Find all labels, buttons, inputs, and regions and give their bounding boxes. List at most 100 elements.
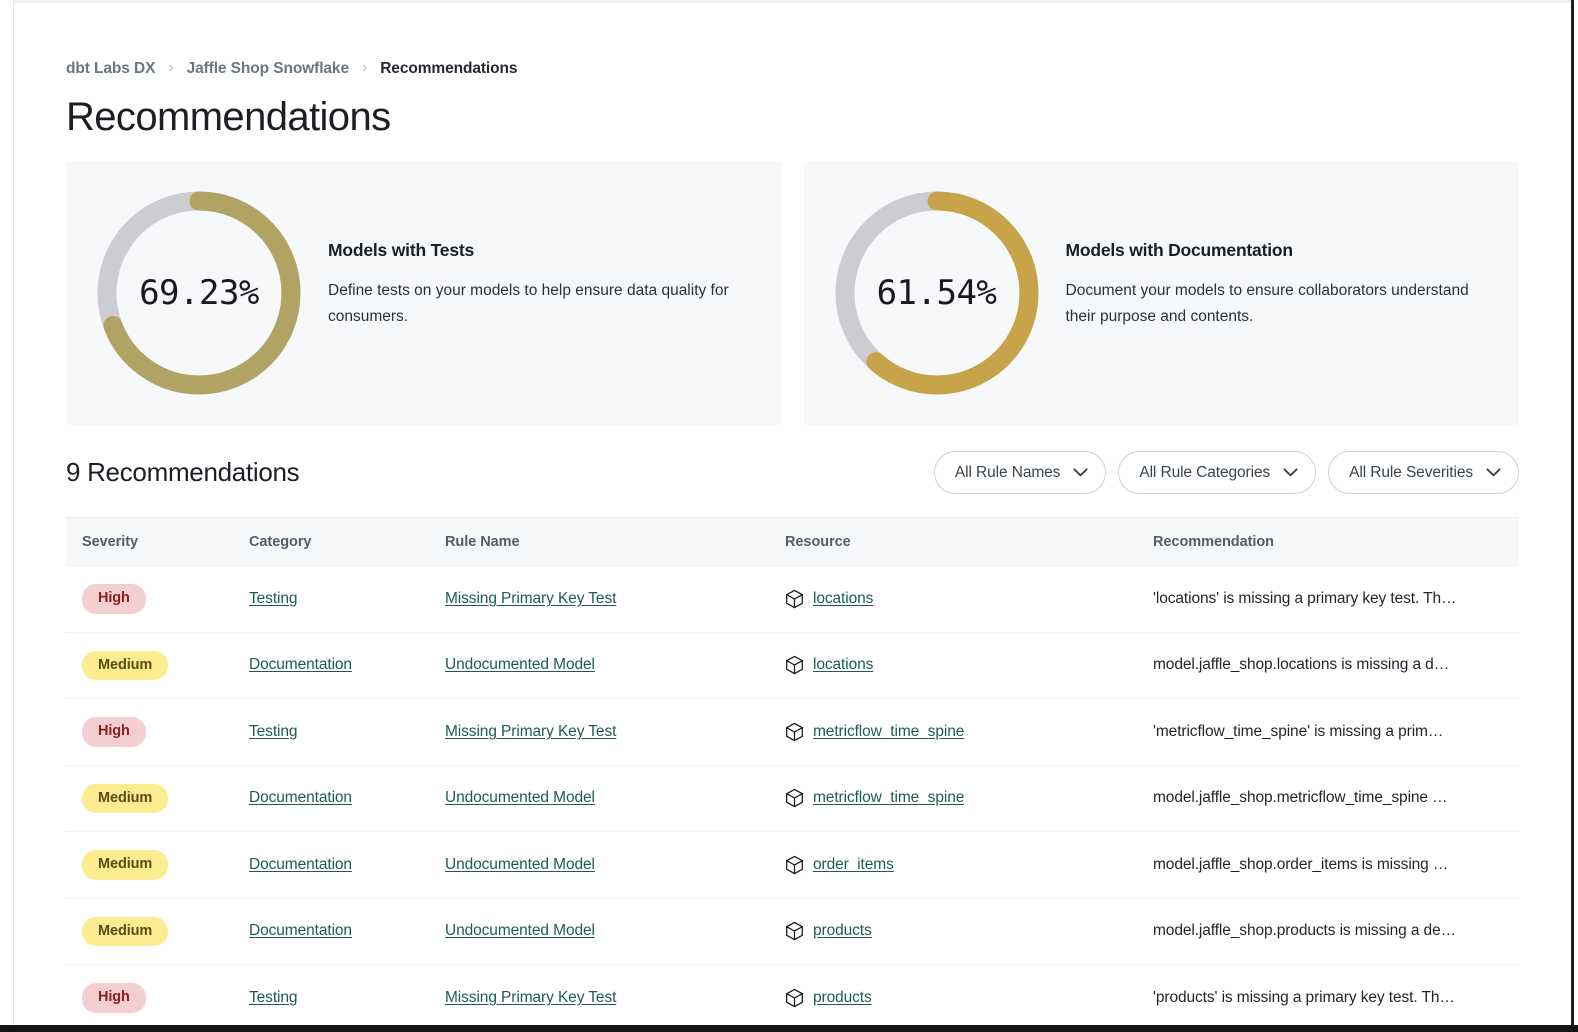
category-link[interactable]: Testing bbox=[249, 989, 297, 1006]
metric-card-title: Models with Tests bbox=[328, 240, 756, 261]
resource-link[interactable]: order_items bbox=[813, 856, 894, 874]
resource-link[interactable]: metricflow_time_spine bbox=[813, 723, 964, 741]
screenshot-viewport: dbt Labs DX›Jaffle Shop Snowflake›Recomm… bbox=[0, 0, 1578, 1032]
breadcrumb-separator-icon: › bbox=[362, 60, 367, 76]
metric-card-models-with-documentation: 61.54% Models with Documentation Document … bbox=[804, 161, 1520, 425]
filter-label: All Rule Severities bbox=[1349, 464, 1473, 482]
chevron-down-icon bbox=[1283, 468, 1298, 477]
cell-rule-name: Undocumented Model bbox=[445, 789, 785, 807]
rule-name-link[interactable]: Missing Primary Key Test bbox=[445, 590, 616, 607]
filter-all-rule-names[interactable]: All Rule Names bbox=[934, 451, 1106, 494]
recommendation-text: 'metricflow_time_spine' is missing a pri… bbox=[1153, 723, 1499, 741]
resource-link[interactable]: products bbox=[813, 922, 872, 940]
cell-severity: High bbox=[66, 983, 249, 1013]
cell-resource: locations bbox=[785, 589, 1153, 609]
cell-resource: products bbox=[785, 988, 1153, 1008]
breadcrumb-item-recommendations: Recommendations bbox=[380, 60, 517, 78]
column-header-severity: Severity bbox=[66, 534, 249, 550]
rule-name-link[interactable]: Undocumented Model bbox=[445, 922, 595, 939]
recommendations-list-header: 9 Recommendations All Rule NamesAll Rule… bbox=[66, 451, 1519, 494]
cube-icon bbox=[785, 589, 804, 609]
resource-link[interactable]: locations bbox=[813, 590, 873, 608]
cell-severity: Medium bbox=[66, 784, 249, 814]
donut-wrapper: 69.23% bbox=[86, 180, 312, 406]
cube-icon bbox=[785, 921, 804, 941]
cell-category: Testing bbox=[249, 989, 445, 1007]
column-header-rule-name: Rule Name bbox=[445, 534, 785, 550]
table-row[interactable]: Medium Documentation Undocumented Model met… bbox=[66, 766, 1519, 833]
category-link[interactable]: Testing bbox=[249, 590, 297, 607]
metric-card-body: Models with Tests Define tests on your mo… bbox=[312, 240, 782, 329]
resource-link[interactable]: products bbox=[813, 989, 872, 1007]
column-header-category: Category bbox=[249, 534, 445, 550]
metric-card-body: Models with Documentation Document your m… bbox=[1050, 240, 1520, 329]
cell-severity: Medium bbox=[66, 651, 249, 681]
metric-card-description: Define tests on your models to help ensu… bbox=[328, 278, 756, 329]
donut-wrapper: 61.54% bbox=[824, 180, 1050, 406]
category-link[interactable]: Testing bbox=[249, 723, 297, 740]
page-root: dbt Labs DX›Jaffle Shop Snowflake›Recomm… bbox=[14, 3, 1571, 1025]
cube-icon bbox=[785, 855, 804, 875]
table-row[interactable]: MediumDocumentationUndocumented Modelord… bbox=[66, 832, 1519, 899]
cell-rule-name: Missing Primary Key Test bbox=[445, 989, 785, 1007]
recommendation-text: model.jaffle_shop.locations is missing a… bbox=[1153, 656, 1499, 674]
table-row[interactable]: MediumDocumentation Undocumented Model pro… bbox=[66, 899, 1519, 966]
cell-category: Documentation bbox=[249, 856, 445, 874]
rule-name-link[interactable]: Undocumented Model bbox=[445, 856, 595, 873]
cube-icon bbox=[785, 988, 804, 1008]
recommendation-text: model.jaffle_shop.products is missing a … bbox=[1153, 922, 1499, 940]
chevron-down-icon bbox=[1073, 468, 1088, 477]
cell-resource: metricflow_time_spine bbox=[785, 788, 1153, 808]
table-body: HighTestingMissing Primary Key Testlocat… bbox=[66, 566, 1519, 1025]
filter-all-rule-severities[interactable]: All Rule Severities bbox=[1328, 451, 1519, 494]
rule-name-link[interactable]: Undocumented Model bbox=[445, 656, 595, 673]
filter-label: All Rule Categories bbox=[1139, 464, 1270, 482]
table-row[interactable]: HighTesting Missing Primary Key Test metri… bbox=[66, 699, 1519, 766]
rule-name-link[interactable]: Missing Primary Key Test bbox=[445, 723, 616, 740]
metric-card-title: Models with Documentation bbox=[1066, 240, 1494, 261]
resource-link[interactable]: locations bbox=[813, 656, 873, 674]
category-link[interactable]: Documentation bbox=[249, 789, 352, 806]
cell-category: Testing bbox=[249, 723, 445, 741]
cell-rule-name: Missing Primary Key Test bbox=[445, 723, 785, 741]
cell-resource: locations bbox=[785, 655, 1153, 675]
metric-cards: 69.23% Models with Tests Define tests on y… bbox=[66, 161, 1519, 425]
recommendations-count: 9 Recommendations bbox=[66, 457, 299, 488]
cell-recommendation: model.jaffle_shop.metricflow_time_spine … bbox=[1153, 789, 1519, 807]
severity-badge: Medium bbox=[82, 784, 168, 814]
donut-percentage-label: 61.54% bbox=[824, 273, 1050, 313]
table-row[interactable]: HighTesting Missing Primary Key Test produ… bbox=[66, 965, 1519, 1025]
category-link[interactable]: Documentation bbox=[249, 922, 352, 939]
filter-all-rule-categories[interactable]: All Rule Categories bbox=[1118, 451, 1316, 494]
cell-recommendation: 'products' is missing a primary key test… bbox=[1153, 989, 1519, 1007]
cell-severity: High bbox=[66, 584, 249, 614]
breadcrumb-item-jaffle-shop-snowflake[interactable]: Jaffle Shop Snowflake bbox=[187, 60, 349, 78]
category-link[interactable]: Documentation bbox=[249, 656, 352, 673]
recommendations-table: Severity Category Rule Name Resource Rec… bbox=[66, 517, 1519, 1025]
column-header-recommendation: Recommendation bbox=[1153, 534, 1519, 550]
category-link[interactable]: Documentation bbox=[249, 856, 352, 873]
rule-name-link[interactable]: Missing Primary Key Test bbox=[445, 989, 616, 1006]
metric-card-description: Document your models to ensure collabora… bbox=[1066, 278, 1494, 329]
cell-resource: products bbox=[785, 921, 1153, 941]
table-row[interactable]: High Testing Missing Primary Key Test locat… bbox=[66, 566, 1519, 633]
cube-icon bbox=[785, 722, 804, 742]
recommendation-text: model.jaffle_shop.order_items is missing… bbox=[1153, 856, 1499, 874]
cell-severity: High bbox=[66, 717, 249, 747]
breadcrumb: dbt Labs DX›Jaffle Shop Snowflake›Recomm… bbox=[66, 3, 1519, 78]
severity-badge: High bbox=[82, 584, 146, 614]
recommendation-text: 'products' is missing a primary key test… bbox=[1153, 989, 1499, 1007]
breadcrumb-item-dbt-labs-dx[interactable]: dbt Labs DX bbox=[66, 60, 155, 78]
filter-bar: All Rule Names All Rule Categories All Rul… bbox=[934, 451, 1519, 494]
cell-recommendation: model.jaffle_shop.products is missing a … bbox=[1153, 922, 1519, 940]
resource-link[interactable]: metricflow_time_spine bbox=[813, 789, 964, 807]
table-row[interactable]: Medium Documentation Undocumented Model loc… bbox=[66, 633, 1519, 700]
window-bottom-edge bbox=[0, 1025, 1578, 1032]
table-header-row: Severity Category Rule Name Resource Rec… bbox=[66, 517, 1519, 566]
filter-label: All Rule Names bbox=[955, 464, 1060, 482]
severity-badge: Medium bbox=[82, 651, 168, 681]
rule-name-link[interactable]: Undocumented Model bbox=[445, 789, 595, 806]
donut-percentage-label: 69.23% bbox=[86, 273, 312, 313]
cell-severity: Medium bbox=[66, 917, 249, 947]
cell-rule-name: Missing Primary Key Test bbox=[445, 590, 785, 608]
